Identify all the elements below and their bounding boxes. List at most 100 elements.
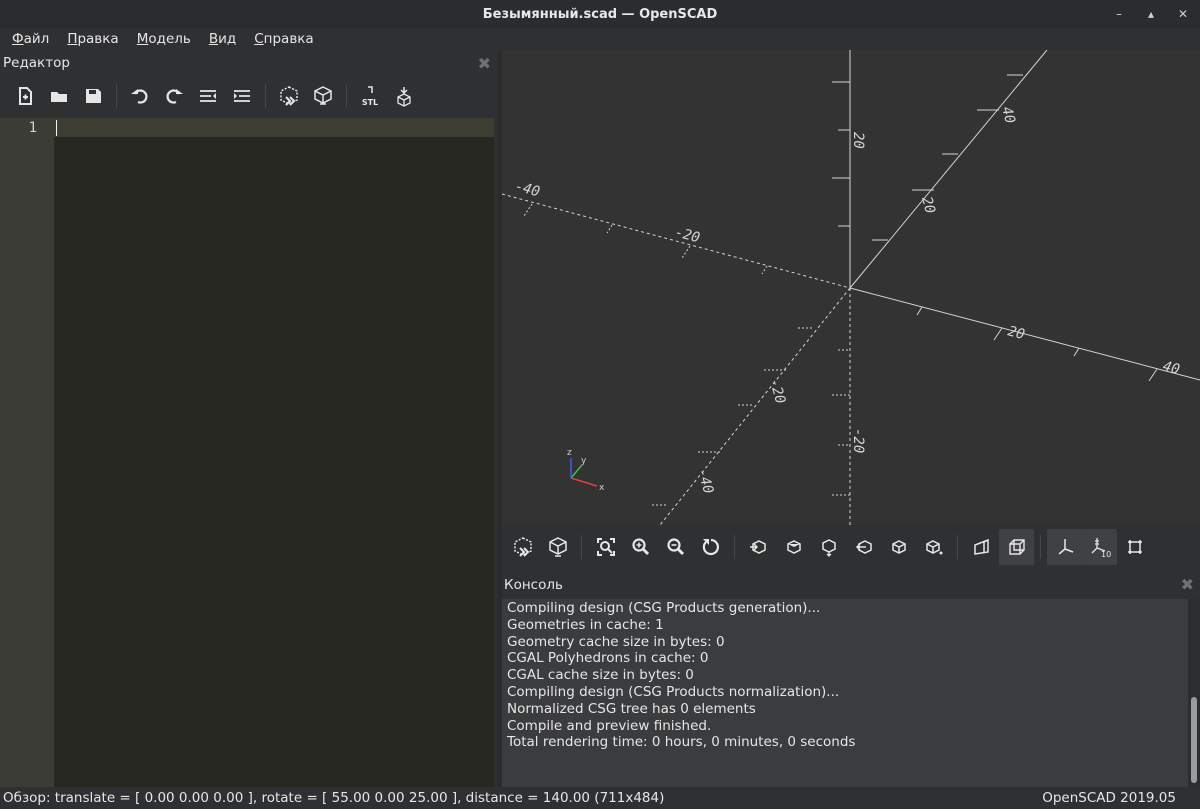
show-scale-markers-button[interactable]: 10 <box>1082 529 1117 565</box>
editor-title: Редактор <box>3 55 70 71</box>
view-all-icon <box>596 538 615 556</box>
menu-help-label: правка <box>263 31 314 47</box>
menu-edit-label: равка <box>77 31 119 47</box>
redo-button[interactable] <box>157 79 191 113</box>
reset-view-button[interactable] <box>693 529 728 565</box>
z-neg-ticks <box>832 349 850 496</box>
axes-canvas: 20 40 -20 -40 20 40 -20 -40 20 -20 x y z <box>502 50 1200 525</box>
export-stl-button[interactable]: STL <box>353 79 387 113</box>
toolbar-separator <box>581 535 582 559</box>
toolbar-separator <box>1040 535 1041 559</box>
menu-help[interactable]: Справка <box>245 31 323 47</box>
maximize-icon[interactable]: ▴ <box>1144 7 1158 21</box>
view-front-button[interactable] <box>881 529 916 565</box>
console-output[interactable]: Compiling design (CSG Products generatio… <box>502 599 1188 787</box>
y-axis-positive <box>849 50 1048 289</box>
undo-icon <box>131 89 148 104</box>
console-line: CGAL Polyhedrons in cache: 0 <box>507 650 709 667</box>
view-right-button[interactable] <box>741 529 776 565</box>
new-file-button[interactable] <box>8 79 42 113</box>
menu-view[interactable]: Вид <box>200 31 245 47</box>
status-bar: Обзор: translate = [ 0.00 0.00 0.00 ], r… <box>0 787 1200 809</box>
close-icon[interactable]: ✕ <box>1176 7 1190 21</box>
toolbar-separator <box>116 84 117 108</box>
unindent-icon <box>200 90 216 102</box>
menu-bar: Файл Правка Модель Вид Справка <box>0 28 1200 50</box>
view-top-button[interactable] <box>776 529 811 565</box>
zoom-out-icon <box>666 538 684 556</box>
send-to-printer-button[interactable] <box>387 79 421 113</box>
perspective-icon <box>973 538 989 555</box>
minimize-icon[interactable]: – <box>1112 7 1126 21</box>
menu-design[interactable]: Модель <box>128 31 200 47</box>
view-front-icon <box>891 540 906 554</box>
unindent-button[interactable] <box>191 79 225 113</box>
line-number-gutter: 1 <box>0 118 54 787</box>
console-line: Geometries in cache: 1 <box>507 616 664 633</box>
editor-header: Редактор ✖ <box>0 50 497 76</box>
console-line: Total rendering time: 0 hours, 0 minutes… <box>507 734 856 751</box>
view-bottom-icon <box>821 539 836 557</box>
menu-file[interactable]: Файл <box>0 31 58 47</box>
indent-button[interactable] <box>225 79 259 113</box>
y-label-40: 40 <box>998 105 1018 125</box>
preview-icon <box>280 86 298 106</box>
show-scale-markers-icon: 10 <box>1091 538 1111 558</box>
scrollbar-thumb[interactable] <box>1191 697 1197 783</box>
show-axes-button[interactable] <box>1047 529 1082 565</box>
perspective-button[interactable] <box>964 529 999 565</box>
zoom-in-button[interactable] <box>623 529 658 565</box>
y-ticks <box>872 74 1023 241</box>
show-axes-icon <box>1058 539 1073 555</box>
view-right-icon <box>749 540 766 554</box>
orthogonal-icon <box>1008 539 1025 555</box>
3d-viewport[interactable]: 20 40 -20 -40 20 40 -20 -40 20 -20 x y z <box>502 50 1200 525</box>
code-editor[interactable]: 1 <box>0 118 494 787</box>
console-line: Geometry cache size in bytes: 0 <box>507 633 725 650</box>
undo-button[interactable] <box>123 79 157 113</box>
view-toolbar: 10 <box>502 525 1200 569</box>
gizmo-x-label: x <box>599 483 605 493</box>
view-status-text: Обзор: translate = [ 0.00 0.00 0.00 ], r… <box>3 790 665 806</box>
save-button[interactable] <box>76 79 110 113</box>
view-back-button[interactable] <box>916 529 951 565</box>
console-line: Compiling design (CSG Products normaliza… <box>507 683 840 700</box>
toolbar-separator <box>957 535 958 559</box>
x-ticks <box>916 306 1158 382</box>
console-line: Compiling design (CSG Products generatio… <box>507 600 821 616</box>
redo-icon <box>166 89 183 104</box>
render-button[interactable] <box>540 529 575 565</box>
open-file-button[interactable] <box>42 79 76 113</box>
view-top-icon <box>786 540 801 554</box>
y-label-neg40: -40 <box>694 467 716 496</box>
show-edges-button[interactable] <box>1117 529 1152 565</box>
preview-button[interactable] <box>505 529 540 565</box>
render-button[interactable] <box>306 79 340 113</box>
title-bar: Безымянный.scad — OpenSCAD – ▴ ✕ <box>0 0 1200 29</box>
view-left-button[interactable] <box>846 529 881 565</box>
view-all-button[interactable] <box>588 529 623 565</box>
menu-view-label: ид <box>218 31 237 47</box>
console-title: Консоль <box>504 576 563 593</box>
indent-icon <box>234 90 250 102</box>
view-back-icon <box>925 540 942 555</box>
reset-view-icon <box>702 538 719 556</box>
x-label-20: 20 <box>1006 323 1026 343</box>
console-scrollbar[interactable] <box>1188 599 1200 787</box>
menu-edit[interactable]: Правка <box>58 31 127 47</box>
x-label-neg40: -40 <box>513 178 542 200</box>
show-edges-icon <box>1127 540 1142 554</box>
orthogonal-button[interactable] <box>999 529 1034 565</box>
preview-icon <box>513 537 532 557</box>
save-icon <box>86 89 101 103</box>
view-bottom-button[interactable] <box>811 529 846 565</box>
zoom-out-button[interactable] <box>658 529 693 565</box>
close-icon[interactable]: ✖ <box>1181 575 1194 594</box>
preview-button[interactable] <box>272 79 306 113</box>
x-label-neg20: -20 <box>673 224 702 246</box>
x-label-40: 40 <box>1161 358 1181 378</box>
zoom-in-icon <box>631 538 649 556</box>
x-axis-negative <box>502 193 851 289</box>
z-ticks <box>832 81 850 227</box>
close-icon[interactable]: ✖ <box>478 54 491 73</box>
